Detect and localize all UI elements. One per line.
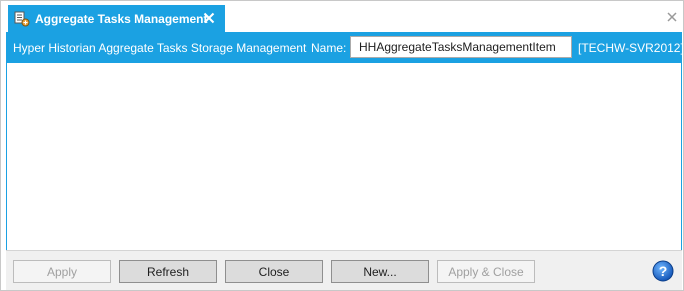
header-bar: Hyper Historian Aggregate Tasks Storage … [6,32,684,63]
close-button[interactable]: Close [225,260,323,283]
tab-strip: Aggregate Tasks Management [1,1,683,32]
tab-title: Aggregate Tasks Management [35,11,208,26]
apply-button[interactable]: Apply [13,260,111,283]
name-label: Name: [311,41,347,55]
svg-text:?: ? [659,263,668,279]
help-icon[interactable]: ? [652,260,674,282]
content-area [6,63,682,250]
apply-and-close-button[interactable]: Apply & Close [437,260,535,283]
footer-bar: Apply Refresh Close New... Apply & Close… [6,250,682,290]
aggregate-tasks-icon [14,11,30,27]
aggregate-tasks-window: Aggregate Tasks Management Hyper Histori… [0,0,684,291]
tab-aggregate-tasks-management[interactable]: Aggregate Tasks Management [8,5,225,32]
window-close-icon[interactable] [665,10,679,24]
name-input[interactable] [350,36,572,58]
new-button[interactable]: New... [331,260,429,283]
header-title: Hyper Historian Aggregate Tasks Storage … [13,41,307,55]
refresh-button[interactable]: Refresh [119,260,217,283]
close-icon[interactable] [201,10,217,26]
server-label: [TECHW-SVR2012] [578,41,684,55]
